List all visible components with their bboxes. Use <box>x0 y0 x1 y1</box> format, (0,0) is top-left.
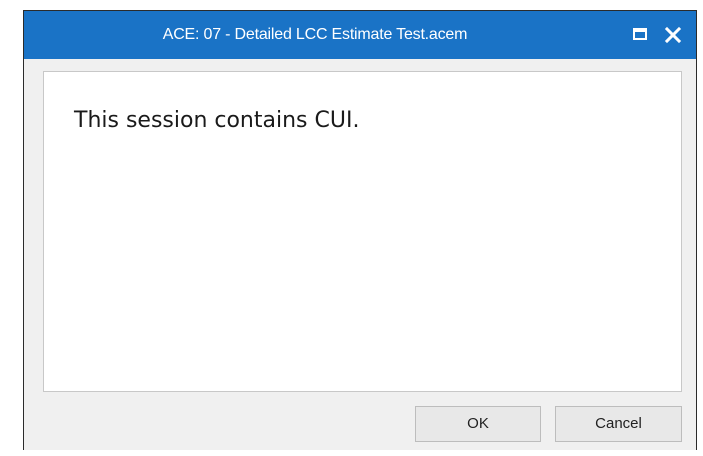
cui-dialog: ACE: 07 - Detailed LCC Estimate Test.ace… <box>23 10 697 450</box>
cancel-button[interactable]: Cancel <box>555 406 682 442</box>
ok-button[interactable]: OK <box>415 406 541 442</box>
maximize-button[interactable] <box>632 26 650 44</box>
close-icon <box>664 26 682 44</box>
maximize-icon <box>633 28 647 40</box>
title-bar[interactable]: ACE: 07 - Detailed LCC Estimate Test.ace… <box>24 11 696 59</box>
message-panel: This session contains CUI. <box>43 71 682 392</box>
window-title: ACE: 07 - Detailed LCC Estimate Test.ace… <box>162 26 468 43</box>
session-message: This session contains CUI. <box>74 108 360 133</box>
close-button[interactable] <box>662 24 684 46</box>
